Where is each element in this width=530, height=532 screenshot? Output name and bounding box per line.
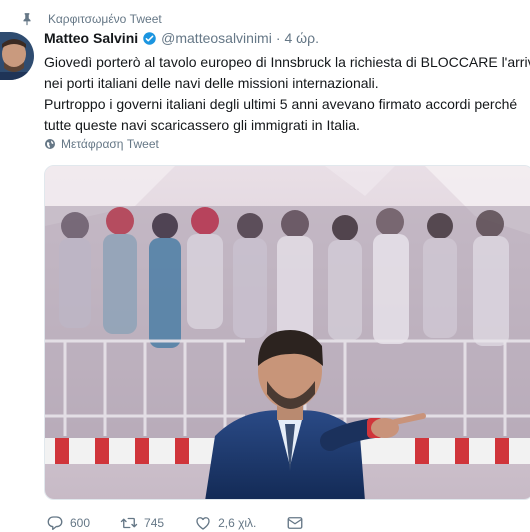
direct-message-button[interactable] — [286, 514, 310, 532]
translate-label: Μετάφραση Tweet — [61, 137, 159, 151]
reply-icon — [47, 516, 63, 531]
author-name[interactable]: Matteo Salvini — [44, 30, 138, 46]
tweet-line: Giovedì porterò al tavolo europeo di Inn… — [44, 54, 530, 70]
pinned-tweet-indicator: Καρφιτσωμένο Tweet — [20, 10, 162, 28]
reply-button[interactable]: 600 — [46, 514, 90, 532]
message-icon — [287, 517, 303, 529]
retweet-icon — [120, 517, 138, 529]
tweet-photo[interactable] — [44, 165, 530, 500]
like-icon — [196, 517, 210, 530]
tweet-line: tutte queste navi scaricassero gli immig… — [44, 117, 360, 133]
pin-icon — [23, 13, 31, 26]
avatar[interactable] — [0, 32, 34, 80]
globe-icon — [45, 139, 55, 149]
reply-count: 600 — [70, 516, 91, 530]
like-button[interactable]: 2,6 χιλ. — [194, 514, 256, 532]
tweet-timestamp[interactable]: 4 ώρ. — [285, 30, 319, 46]
like-count: 2,6 χιλ. — [218, 516, 257, 530]
tweet-text: Giovedì porterò al tavolo europeo di Inn… — [44, 52, 530, 136]
retweet-count: 745 — [144, 516, 165, 530]
author-handle[interactable]: @matteosalvinimi — [161, 30, 272, 46]
translate-tweet-link[interactable]: Μετάφραση Tweet — [44, 137, 159, 151]
tweet-header: Matteo Salvini @matteosalvinimi · 4 ώρ. — [44, 28, 319, 48]
separator-dot: · — [275, 30, 281, 46]
retweet-button[interactable]: 745 — [120, 514, 164, 532]
tweet-line: nei porti italiani delle navi delle miss… — [44, 75, 379, 91]
pinned-label: Καρφιτσωμένο Tweet — [48, 12, 162, 26]
tweet-actions: 600 745 2,6 χιλ. — [46, 513, 340, 532]
tweet-line: Purtroppo i governi italiani degli ultim… — [44, 96, 518, 112]
verified-icon — [143, 31, 156, 45]
